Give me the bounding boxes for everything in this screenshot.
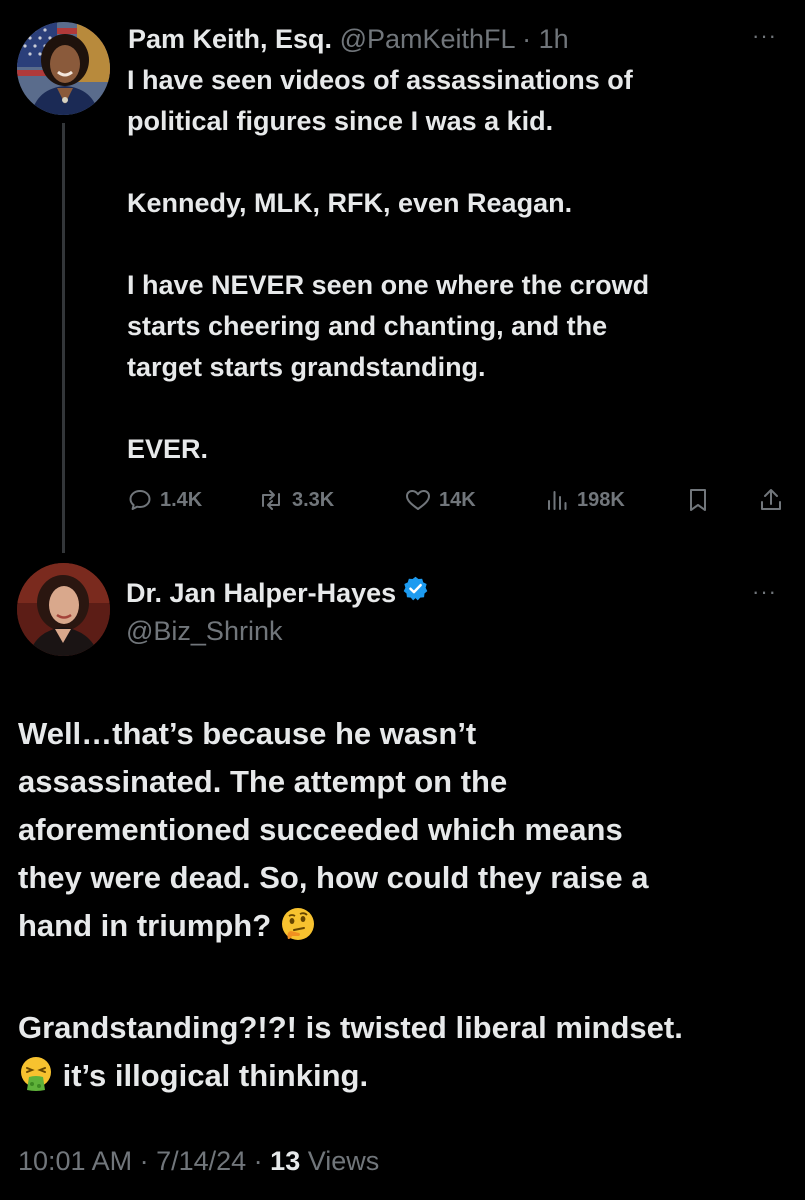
tweet2-line-with-emoji: it’s illogical thinking. [18, 1052, 793, 1106]
views-count: 13 [270, 1146, 301, 1176]
tweet2-line: Well…that’s because he wasn’t [18, 716, 477, 751]
header-separator: · [514, 24, 539, 54]
tweet1-line: I have NEVER seen one where the crowd [127, 270, 650, 300]
tweet2-meta: 10:01 AM · 7/14/24 · 13 Views [18, 1142, 379, 1180]
like-count: 14K [439, 488, 476, 511]
vomiting-face-emoji [18, 1056, 54, 1106]
author-handle[interactable]: @Biz_Shrink [126, 612, 282, 650]
tweet1-line: I have seen videos of assassinations of [127, 65, 633, 95]
bookmark-icon [686, 487, 710, 513]
verified-badge-icon[interactable] [402, 574, 429, 612]
tweet-time[interactable]: 10:01 AM [18, 1146, 132, 1176]
retweet-count: 3.3K [292, 488, 335, 511]
tweet1-line: target starts grandstanding. [127, 352, 486, 382]
thinking-face-emoji [280, 906, 316, 956]
reply-count: 1.4K [160, 488, 203, 511]
share-button[interactable] [758, 482, 784, 518]
tweet2-text: Well…that’s because he wasn’t assassinat… [18, 710, 793, 1106]
tweet2-line: hand in triumph? [18, 908, 272, 943]
tweet2-line-with-emoji: hand in triumph? [18, 902, 793, 956]
tweet2-line: assassinated. The attempt on the [18, 764, 508, 799]
views-icon [545, 488, 569, 512]
views-button[interactable]: 198K [545, 482, 625, 518]
views-count: 198K [577, 488, 625, 511]
bookmark-button[interactable] [686, 482, 710, 518]
author-name[interactable]: Dr. Jan Halper-Hayes [126, 574, 396, 612]
more-options-icon[interactable]: ··· [752, 581, 777, 603]
tweet-date[interactable]: 7/14/24 [156, 1146, 246, 1176]
tweet1-line: Kennedy, MLK, RFK, even Reagan. [127, 188, 573, 218]
tweet1-line: starts cheering and chanting, and the [127, 311, 608, 341]
author-name[interactable]: Pam Keith, Esq. [128, 24, 332, 54]
author-name-wrapper: Dr. Jan Halper-Hayes [126, 574, 429, 612]
like-button[interactable]: 14K [405, 482, 476, 518]
tweet2-header: Dr. Jan Halper-Hayes [126, 574, 429, 612]
meta-separator: · [246, 1146, 271, 1176]
retweet-button[interactable]: 3.3K [258, 482, 334, 518]
like-icon [405, 488, 431, 512]
avatar-jan-halper-hayes[interactable] [17, 563, 110, 656]
tweet2-line: they were dead. So, how could they raise… [18, 860, 649, 895]
thread-connector-line [62, 123, 65, 553]
tweet2-line: aforementioned succeeded which means [18, 812, 623, 847]
tweet1-text: I have seen videos of assassinations of … [127, 60, 777, 470]
tweet1-line: political figures since I was a kid. [127, 106, 554, 136]
meta-separator: · [132, 1146, 157, 1176]
tweet1-line: EVER. [127, 434, 209, 464]
tweet1-header: Pam Keith, Esq. @PamKeithFL · 1h [128, 20, 569, 60]
author-handle[interactable]: @PamKeithFL [340, 24, 515, 54]
reply-icon [128, 488, 152, 512]
retweet-icon [258, 488, 284, 512]
share-icon [758, 487, 784, 513]
tweet2-line: it’s illogical thinking. [62, 1058, 369, 1093]
more-options-icon[interactable]: ··· [752, 25, 777, 47]
views-label: Views [300, 1146, 380, 1176]
tweet2-line: Grandstanding?!?! is twisted liberal min… [18, 1010, 683, 1045]
avatar-pam-keith[interactable] [17, 22, 110, 115]
tweet-age[interactable]: 1h [539, 24, 569, 54]
reply-button[interactable]: 1.4K [128, 482, 202, 518]
